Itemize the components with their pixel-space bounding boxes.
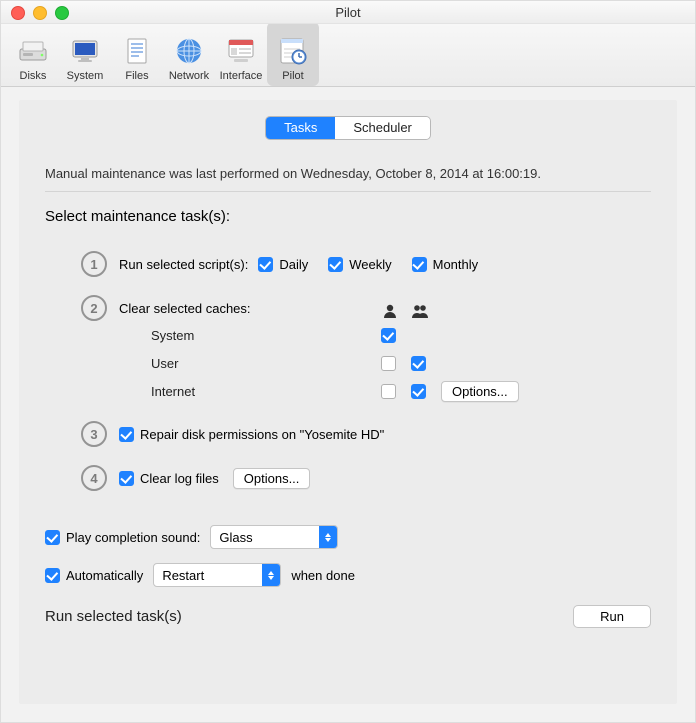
internet-options-button[interactable]: Options... <box>441 381 519 402</box>
single-user-icon <box>381 302 399 320</box>
cache-row-user: User <box>151 349 651 377</box>
sound-select[interactable]: Glass <box>210 525 338 549</box>
checkbox-system-single[interactable] <box>381 328 396 343</box>
toolbar-item-pilot[interactable]: Pilot <box>267 22 319 86</box>
auto-prefix: Automatically <box>66 568 143 583</box>
repair-label: Repair disk permissions on "Yosemite HD" <box>140 427 384 442</box>
network-icon <box>171 35 207 67</box>
row-scripts: 1 Run selected script(s): Daily Weekly M… <box>81 251 651 277</box>
toolbar-item-files[interactable]: Files <box>111 22 163 86</box>
cache-label-system: System <box>151 328 381 343</box>
tab-scheduler[interactable]: Scheduler <box>335 117 430 139</box>
toolbar: Disks System Files Network Interface <box>1 24 695 87</box>
checkbox-repair[interactable] <box>119 427 134 442</box>
disks-icon <box>15 35 51 67</box>
system-icon <box>67 35 103 67</box>
checkbox-user-single[interactable] <box>381 356 396 371</box>
clearlogs-label: Clear log files <box>140 471 219 486</box>
row-clearlogs: 4 Clear log files Options... <box>81 465 651 491</box>
cache-label-internet: Internet <box>151 384 381 399</box>
checkbox-auto[interactable] <box>45 568 60 583</box>
checkbox-weekly[interactable] <box>328 257 343 272</box>
tab-tasks[interactable]: Tasks <box>266 117 335 139</box>
caches-label: Clear selected caches: <box>119 301 251 316</box>
files-icon <box>119 35 155 67</box>
checkbox-internet-single[interactable] <box>381 384 396 399</box>
multi-user-icon <box>411 302 429 320</box>
auto-suffix: when done <box>291 568 355 583</box>
app-window: Pilot Disks System Files Network <box>0 0 696 723</box>
tab-segmented-control: Tasks Scheduler <box>265 116 431 140</box>
chevron-updown-icon <box>319 526 337 548</box>
toolbar-item-disks[interactable]: Disks <box>7 22 59 86</box>
toolbar-item-interface[interactable]: Interface <box>215 22 267 86</box>
pilot-icon <box>275 35 311 67</box>
checkbox-daily[interactable] <box>258 257 273 272</box>
step-2-badge: 2 <box>81 295 107 321</box>
run-label: Run selected task(s) <box>45 608 182 625</box>
toolbar-item-network[interactable]: Network <box>163 22 215 86</box>
run-button[interactable]: Run <box>573 605 651 628</box>
divider <box>45 191 651 192</box>
scripts-label: Run selected script(s): <box>119 257 248 272</box>
checkbox-internet-multi[interactable] <box>411 384 426 399</box>
checkbox-sound[interactable] <box>45 530 60 545</box>
label-monthly: Monthly <box>433 257 479 272</box>
sound-label: Play completion sound: <box>66 530 200 545</box>
zoom-icon[interactable] <box>55 6 69 20</box>
chevron-updown-icon <box>262 564 280 586</box>
row-sound: Play completion sound: Glass <box>45 525 651 549</box>
label-daily: Daily <box>279 257 308 272</box>
cache-row-system: System <box>151 321 651 349</box>
step-3-badge: 3 <box>81 421 107 447</box>
cache-label-user: User <box>151 356 381 371</box>
footer: Run selected task(s) Run <box>19 605 677 628</box>
label-weekly: Weekly <box>349 257 391 272</box>
titlebar: Pilot <box>1 1 695 24</box>
row-repair: 3 Repair disk permissions on "Yosemite H… <box>81 421 651 447</box>
checkbox-monthly[interactable] <box>412 257 427 272</box>
row-auto: Automatically Restart when done <box>45 563 651 587</box>
clearlogs-options-button[interactable]: Options... <box>233 468 311 489</box>
content-panel: Tasks Scheduler Manual maintenance was l… <box>19 100 677 704</box>
close-icon[interactable] <box>11 6 25 20</box>
last-run-status: Manual maintenance was last performed on… <box>45 166 651 181</box>
toolbar-item-system[interactable]: System <box>59 22 111 86</box>
interface-icon <box>223 35 259 67</box>
minimize-icon[interactable] <box>33 6 47 20</box>
step-4-badge: 4 <box>81 465 107 491</box>
step-1-badge: 1 <box>81 251 107 277</box>
window-title: Pilot <box>1 5 695 20</box>
tasks-heading: Select maintenance task(s): <box>45 208 651 225</box>
checkbox-user-multi[interactable] <box>411 356 426 371</box>
auto-select[interactable]: Restart <box>153 563 281 587</box>
cache-row-internet: Internet Options... <box>151 377 651 405</box>
checkbox-clearlogs[interactable] <box>119 471 134 486</box>
